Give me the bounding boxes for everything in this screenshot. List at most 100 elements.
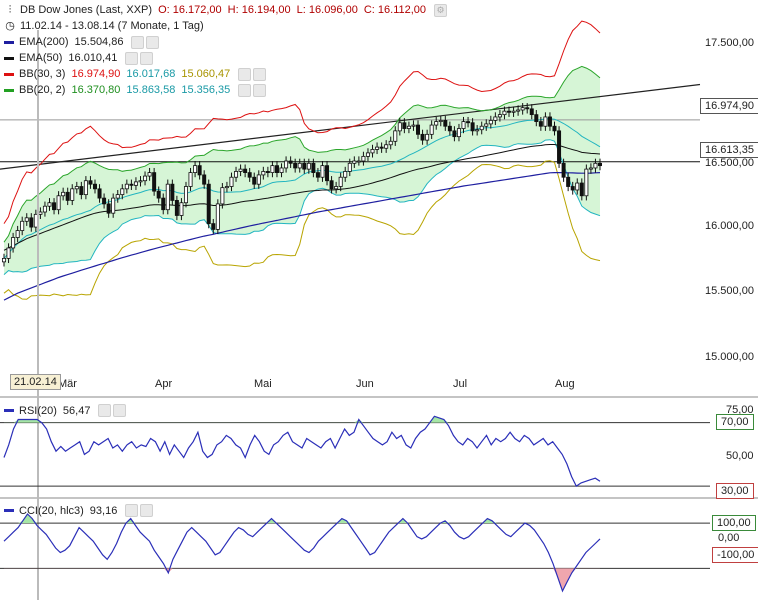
candle	[320, 165, 325, 178]
candle	[406, 125, 411, 129]
candle	[402, 122, 407, 129]
chart-header: ⫶ DB Dow Jones (Last, XXP) O: 16.172,00 …	[4, 2, 448, 98]
candle	[256, 174, 261, 185]
candle	[425, 133, 430, 141]
candle	[534, 114, 539, 122]
candle	[79, 186, 84, 196]
candle	[543, 116, 548, 127]
rsi-overbought-fill	[4, 416, 600, 423]
candle	[570, 186, 575, 191]
cci-value: 93,16	[89, 504, 118, 517]
bb20-upper-value: 16.370,80	[71, 84, 121, 96]
edit-icon[interactable]	[125, 504, 139, 517]
candle	[211, 223, 216, 230]
bb30-lower-value: 15.060,47	[181, 68, 231, 80]
price-tick: 15.500,00	[705, 285, 754, 297]
candle	[129, 183, 134, 186]
cci-label: CCI(20, hlc3)	[19, 504, 84, 517]
candle	[479, 125, 484, 131]
candle	[247, 172, 252, 178]
candle	[379, 146, 384, 149]
candle	[288, 160, 293, 164]
month-label: Jul	[453, 378, 468, 390]
candle	[56, 195, 61, 211]
date-range: 11.02.14 - 13.08.14 (7 Monate, 1 Tag)	[20, 20, 204, 32]
candle	[388, 140, 393, 146]
candle	[293, 162, 298, 169]
candle	[161, 197, 166, 211]
candle	[516, 109, 521, 112]
edit-icon[interactable]	[238, 67, 252, 81]
settings-icon[interactable]	[253, 67, 267, 81]
candle	[525, 107, 530, 110]
candle	[11, 237, 16, 249]
price-tick: 15.000,00	[705, 351, 754, 363]
legend-ema50[interactable]: EMA(50) 16.010,41	[4, 50, 447, 66]
rsi-legend[interactable]: RSI(20) 56,47	[4, 404, 127, 417]
candle	[447, 125, 452, 132]
candle	[488, 120, 493, 125]
candle	[538, 121, 543, 127]
candle	[443, 120, 448, 127]
candle	[456, 128, 461, 138]
bb20-swatch	[4, 88, 14, 92]
price-tag-last: 16.613,35	[700, 142, 758, 158]
candle	[584, 168, 589, 197]
candle	[507, 110, 512, 113]
candle	[102, 197, 107, 205]
candle	[334, 186, 339, 190]
candle	[111, 197, 116, 214]
settings-icon[interactable]	[113, 404, 127, 417]
legend-bb30[interactable]: BB(30, 3) 16.974,90 16.017,68 15.060,47	[4, 66, 447, 82]
price-tick: 17.500,00	[705, 37, 754, 49]
candle	[220, 187, 225, 205]
chart-type-icon[interactable]: ⫶	[4, 3, 16, 17]
candle	[438, 120, 443, 122]
month-label: Jun	[356, 378, 374, 390]
candle	[347, 162, 352, 172]
price-tick: 16.000,00	[705, 220, 754, 232]
cci-legend[interactable]: CCI(20, hlc3) 93,16	[4, 504, 154, 517]
settings-icon[interactable]	[253, 83, 267, 97]
candle	[15, 230, 20, 238]
candle	[83, 180, 88, 196]
candle	[106, 203, 111, 214]
candle	[133, 181, 138, 186]
legend-bb20[interactable]: BB(20, 2) 16.370,80 15.863,58 15.356,35	[4, 82, 447, 98]
candle	[279, 167, 284, 173]
bb30-mid-value: 16.017,68	[126, 68, 176, 80]
candle	[475, 129, 480, 132]
candle	[598, 162, 603, 167]
candle	[502, 110, 507, 116]
price-tick: 16.500,00	[705, 157, 754, 169]
legend-ema200[interactable]: EMA(200) 15.504,86	[4, 34, 447, 50]
candle	[466, 121, 471, 124]
edit-icon[interactable]	[98, 404, 112, 417]
candle	[252, 176, 257, 185]
edit-icon[interactable]	[238, 83, 252, 97]
settings-icon[interactable]	[140, 504, 154, 517]
candle	[270, 165, 275, 173]
settings-icon[interactable]	[140, 51, 154, 65]
candle	[365, 152, 370, 157]
candle	[61, 191, 66, 197]
candle	[193, 165, 198, 173]
edit-icon[interactable]	[125, 51, 139, 65]
candle	[370, 149, 375, 154]
settings-icon[interactable]	[146, 35, 160, 49]
candle	[361, 155, 366, 162]
edit-icon[interactable]	[131, 35, 145, 49]
candle	[33, 213, 38, 228]
candle	[179, 202, 184, 216]
candle	[170, 183, 175, 201]
ema50-swatch	[4, 56, 14, 60]
settings-icon[interactable]: ⚙	[434, 3, 448, 17]
candle	[329, 180, 334, 190]
candle	[325, 165, 330, 182]
candle	[183, 186, 188, 204]
candle	[338, 176, 343, 187]
candle	[557, 130, 562, 164]
candle	[356, 160, 361, 163]
candle	[274, 165, 279, 173]
candle	[484, 123, 489, 127]
